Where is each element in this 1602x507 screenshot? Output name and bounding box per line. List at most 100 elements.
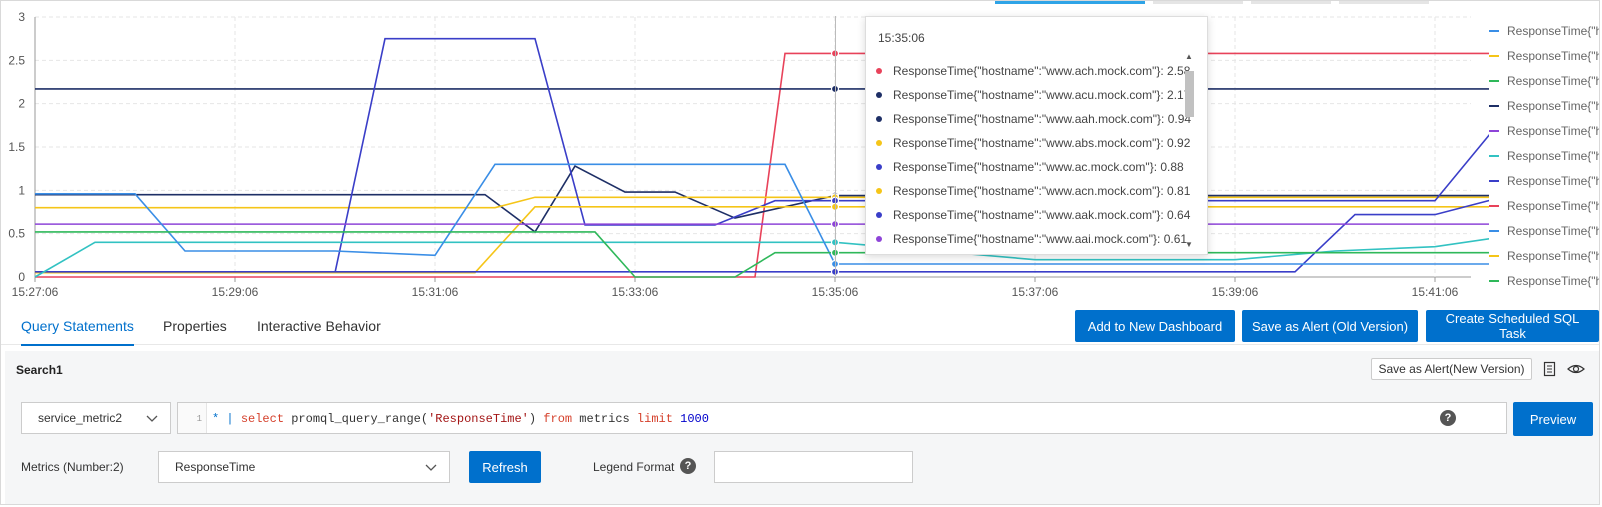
legend-label: ResponseTime{"ho — [1507, 73, 1600, 88]
legend-format-help-icon[interactable]: ? — [680, 458, 696, 474]
tooltip-dot — [876, 188, 882, 194]
query-token: metrics — [572, 412, 637, 426]
hover-crosshair — [835, 16, 836, 276]
add-to-new-dashboard-button[interactable]: Add to New Dashboard — [1075, 310, 1235, 342]
x-tick-label: 15:27:06 — [12, 285, 59, 299]
legend-swatch — [1489, 104, 1499, 107]
legend-label: ResponseTime{"ho — [1507, 273, 1600, 288]
x-tick-label: 15:35:06 — [812, 285, 859, 299]
tooltip-scrollbar[interactable]: ▲ ▼ — [1184, 53, 1195, 249]
save-as-alert-old-button[interactable]: Save as Alert (Old Version) — [1242, 310, 1418, 342]
chart-tooltip: 15:35:06 ResponseTime{"hostname":"www.ac… — [865, 16, 1208, 255]
tooltip-dot — [876, 164, 882, 170]
legend-item[interactable]: ResponseTime{"ho — [1489, 168, 1599, 193]
y-tick-label: 2 — [18, 97, 25, 111]
y-tick-label: 2.5 — [8, 53, 25, 67]
line-chart: 0 0.5 1 1.5 2 2.5 3 15:27:06 15:29:06 15:31:06 15:… — [8, 10, 1489, 299]
legend-item[interactable]: ResponseTime{"ho — [1489, 268, 1600, 293]
legend-label: ResponseTime{"ho — [1507, 123, 1600, 138]
series-line — [35, 231, 1489, 278]
tooltip-row-text: ResponseTime{"hostname":"www.aah.mock.co… — [893, 112, 1192, 126]
create-scheduled-sql-task-button[interactable]: Create Scheduled SQL Task — [1426, 310, 1599, 342]
series-line — [35, 206, 1489, 274]
refresh-button[interactable]: Refresh — [469, 451, 541, 483]
legend-label: ResponseTime{"ho — [1507, 223, 1600, 238]
legend-swatch — [1489, 29, 1499, 32]
search-title: Search1 — [16, 363, 63, 377]
query-code[interactable]: * | select promql_query_range('ResponseT… — [212, 412, 709, 426]
series-line — [35, 52, 1489, 278]
legend-item[interactable]: ResponseTime{"ho — [1489, 193, 1600, 218]
y-tick-label: 0 — [18, 270, 25, 284]
tooltip-row-text: ResponseTime{"hostname":"www.aak.mock.co… — [893, 208, 1191, 222]
chart-area: 0 0.5 1 1.5 2 2.5 3 15:27:06 15:29:06 15:31:06 15:… — [1, 1, 1600, 301]
scroll-down-icon[interactable]: ▼ — [1185, 241, 1193, 249]
x-tick-label: 15:31:06 — [412, 285, 459, 299]
save-as-alert-new-button[interactable]: Save as Alert(New Version) — [1371, 358, 1532, 380]
chevron-down-icon — [146, 415, 158, 422]
legend-label: ResponseTime{"ho — [1507, 48, 1600, 63]
tooltip-rows: ResponseTime{"hostname":"www.ach.mock.co… — [876, 59, 1196, 251]
tooltip-row: ResponseTime{"hostname":"www.acn.mock.co… — [876, 179, 1196, 203]
legend-label: ResponseTime{"ho — [1507, 148, 1600, 163]
metric-value: ResponseTime — [175, 460, 256, 474]
chart-legend: ResponseTime{"ho ResponseTime{"ho Response… — [1489, 18, 1600, 293]
tooltip-dot — [876, 212, 882, 218]
legend-format-input[interactable] — [714, 451, 913, 483]
search-panel: Search1 Save as Alert(New Version) servi… — [5, 351, 1599, 504]
legend-item[interactable]: ResponseTime{"ho — [1489, 68, 1600, 93]
document-icon[interactable] — [1541, 360, 1559, 378]
y-tick-label: 1 — [18, 183, 25, 197]
legend-swatch — [1489, 279, 1499, 282]
query-token: 1000 — [672, 412, 709, 426]
legend-item[interactable]: ResponseTime{"ho — [1489, 243, 1599, 268]
tooltip-row: ResponseTime{"hostname":"www.ach.mock.co… — [876, 59, 1196, 83]
x-tick-label: 15:29:06 — [212, 285, 259, 299]
legend-item[interactable]: ResponseTime{"ho — [1489, 118, 1600, 143]
legend-swatch — [1489, 204, 1499, 207]
query-editor[interactable]: 1 * | select promql_query_range('Respons… — [177, 402, 1507, 434]
tab-interactive-behavior[interactable]: Interactive Behavior — [257, 318, 381, 344]
query-token: 'ResponseTime' — [428, 412, 529, 426]
tooltip-row: ResponseTime{"hostname":"www.aak.mock.co… — [876, 203, 1196, 227]
legend-item[interactable]: ResponseTime{"ho — [1489, 18, 1600, 43]
metric-select[interactable]: ResponseTime — [158, 451, 450, 483]
legend-swatch — [1489, 154, 1499, 157]
y-tick-label: 0.5 — [8, 227, 25, 241]
tooltip-dot — [876, 68, 882, 74]
tooltip-row: ResponseTime{"hostname":"www.aah.mock.co… — [876, 107, 1196, 131]
legend-label: ResponseTime{"ho — [1507, 23, 1600, 38]
tooltip-row-text: ResponseTime{"hostname":"www.abs.mock.co… — [893, 136, 1191, 150]
preview-button[interactable]: Preview — [1513, 402, 1593, 436]
scroll-thumb[interactable] — [1185, 71, 1194, 117]
query-token: | — [219, 412, 241, 426]
x-tick-label: 15:37:06 — [1012, 285, 1059, 299]
query-panel: 0 0.5 1 1.5 2 2.5 3 15:27:06 15:29:06 15:31:06 15:… — [0, 0, 1600, 505]
tooltip-row-text: ResponseTime{"hostname":"www.acu.mock.co… — [893, 88, 1191, 102]
legend-item[interactable]: ResponseTime{"ho — [1489, 93, 1599, 118]
tooltip-dot — [876, 116, 882, 122]
tooltip-time: 15:35:06 — [878, 31, 925, 45]
logstore-value: service_metric2 — [38, 411, 123, 425]
tooltip-row-text: ResponseTime{"hostname":"www.ac.mock.com… — [893, 160, 1184, 174]
legend-item[interactable]: ResponseTime{"ho — [1489, 43, 1600, 68]
tooltip-row-text: ResponseTime{"hostname":"www.ach.mock.co… — [893, 64, 1191, 78]
legend-label: ResponseTime{"ho — [1507, 198, 1600, 213]
legend-swatch — [1489, 254, 1499, 257]
legend-swatch — [1489, 79, 1499, 82]
x-tick-label: 15:33:06 — [612, 285, 659, 299]
scroll-up-icon[interactable]: ▲ — [1185, 53, 1193, 61]
tooltip-row-text: ResponseTime{"hostname":"www.aai.mock.co… — [893, 232, 1188, 246]
query-token: limit — [636, 412, 673, 426]
logstore-select[interactable]: service_metric2 — [21, 402, 171, 434]
tab-query-statements[interactable]: Query Statements — [21, 318, 134, 346]
tab-properties[interactable]: Properties — [163, 318, 227, 344]
legend-item[interactable]: ResponseTime{"ho — [1489, 143, 1600, 168]
eye-icon[interactable] — [1567, 360, 1585, 378]
tooltip-dot — [876, 236, 882, 242]
chevron-down-icon — [425, 464, 437, 471]
tooltip-dot — [876, 140, 882, 146]
query-help-icon[interactable]: ? — [1440, 410, 1456, 426]
series-line — [35, 37, 1489, 274]
legend-item[interactable]: ResponseTime{"ho — [1489, 218, 1600, 243]
